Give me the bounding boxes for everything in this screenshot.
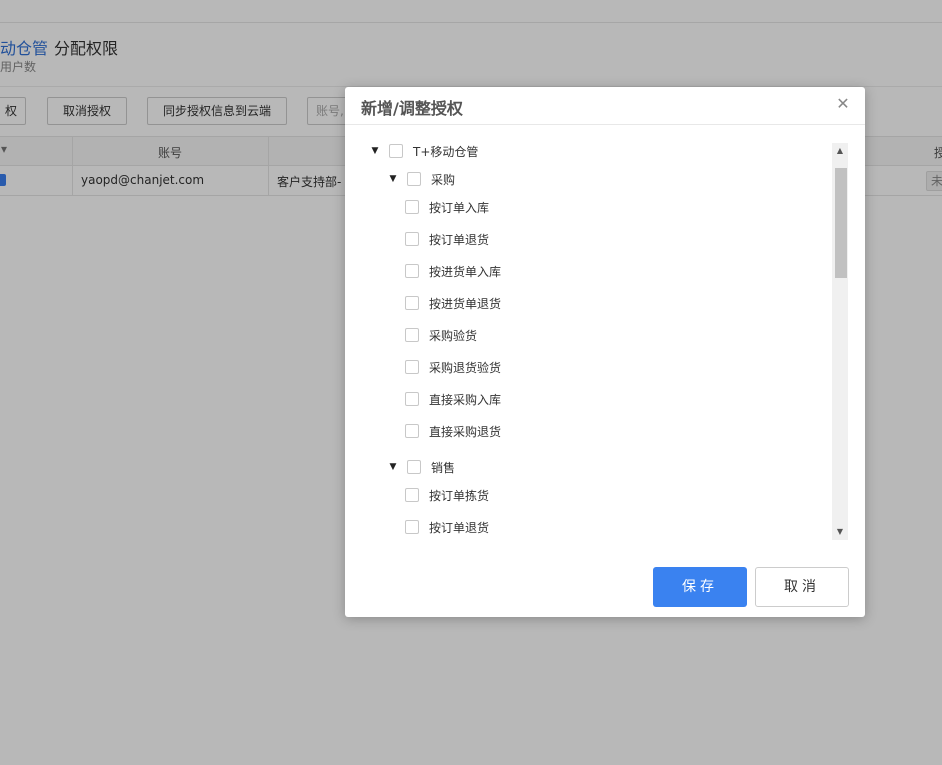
tree-node-label: T+移动仓管 <box>413 144 479 159</box>
scroll-down-icon[interactable]: ▼ <box>832 524 848 540</box>
tree-node-checkbox[interactable] <box>407 172 421 186</box>
tree-node-checkbox[interactable] <box>405 264 419 278</box>
tree-node[interactable]: 按订单入库 <box>405 197 489 217</box>
caret-down-icon[interactable]: ▼ <box>369 145 381 157</box>
tree-node-label: 按订单退货 <box>429 232 490 247</box>
tree-node[interactable]: ▼ T+移动仓管 <box>369 141 478 161</box>
tree-node[interactable]: 直接采购退货 <box>405 421 501 441</box>
tree-node[interactable]: 采购退货验货 <box>405 357 501 377</box>
tree-node-checkbox[interactable] <box>405 232 419 246</box>
dialog-title: 新增/调整授权 <box>361 99 463 118</box>
tree-node-checkbox[interactable] <box>405 392 419 406</box>
tree-node-checkbox[interactable] <box>405 520 419 534</box>
tree-node-checkbox[interactable] <box>405 424 419 438</box>
tree-node-checkbox[interactable] <box>405 200 419 214</box>
tree-node[interactable]: 采购验货 <box>405 325 477 345</box>
tree-node[interactable]: 按进货单入库 <box>405 261 501 281</box>
tree-node[interactable]: 直接采购入库 <box>405 389 501 409</box>
tree-node-label: 销售 <box>431 460 456 475</box>
scroll-up-icon[interactable]: ▲ <box>832 143 848 159</box>
tree-node[interactable]: 按进货单退货 <box>405 293 501 313</box>
tree-node-checkbox[interactable] <box>389 144 403 158</box>
save-button[interactable]: 保存 <box>653 567 747 607</box>
tree-node-label: 按进货单入库 <box>429 264 502 279</box>
tree-node-checkbox[interactable] <box>407 460 421 474</box>
tree-node-checkbox[interactable] <box>405 360 419 374</box>
permission-tree: ▼ T+移动仓管 ▼ 采购 按订单入库 按订单退货 按进货单入库 按进货单退货 采购验货 采购退货… <box>345 137 865 542</box>
tree-node[interactable]: 按订单退货 <box>405 229 489 249</box>
tree-node-label: 按订单退货 <box>429 520 490 535</box>
tree-node-checkbox[interactable] <box>405 488 419 502</box>
cancel-button[interactable]: 取消 <box>755 567 849 607</box>
permission-dialog: 新增/调整授权 ✕ ▼ T+移动仓管 ▼ 采购 按订单入库 按订单退货 按进货单入库 按进货单… <box>345 87 865 617</box>
tree-node-label: 采购退货验货 <box>429 360 502 375</box>
tree-node[interactable]: ▼ 采购 <box>387 169 455 189</box>
tree-node-checkbox[interactable] <box>405 296 419 310</box>
tree-node[interactable]: 按订单拣货 <box>405 485 489 505</box>
tree-node[interactable]: 按订单退货 <box>405 517 489 537</box>
tree-node-label: 采购验货 <box>429 328 478 343</box>
dialog-divider <box>345 124 865 125</box>
tree-node[interactable]: ▼ 销售 <box>387 457 455 477</box>
scrollbar-thumb[interactable] <box>835 168 847 278</box>
tree-node-checkbox[interactable] <box>405 328 419 342</box>
tree-node-label: 按进货单退货 <box>429 296 502 311</box>
tree-node-label: 直接采购退货 <box>429 424 502 439</box>
tree-node-label: 按订单拣货 <box>429 488 490 503</box>
caret-down-icon[interactable]: ▼ <box>387 173 399 185</box>
close-icon[interactable]: ✕ <box>835 96 851 112</box>
caret-down-icon[interactable]: ▼ <box>387 461 399 473</box>
tree-node-label: 直接采购入库 <box>429 392 502 407</box>
tree-node-label: 采购 <box>431 172 456 187</box>
tree-node-label: 按订单入库 <box>429 200 490 215</box>
